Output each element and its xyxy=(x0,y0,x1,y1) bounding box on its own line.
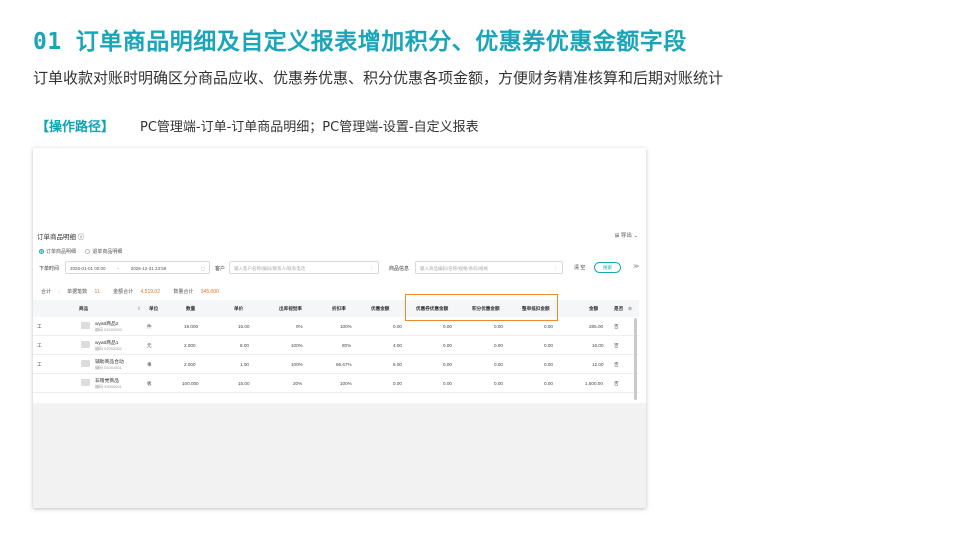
sort-icon[interactable]: ⇕ xyxy=(137,306,141,312)
screenshot-blank-bottom xyxy=(33,403,646,508)
product-image-icon xyxy=(81,322,90,329)
col-discount-rate[interactable]: 折扣率 xyxy=(332,306,346,312)
col-promo-amount[interactable]: 优惠金额 xyxy=(371,306,389,312)
table-scrollbar[interactable] xyxy=(634,318,637,400)
product-image-icon xyxy=(81,360,90,367)
order-detail-app: 订单商品明细 ⓘ ⊞ 导出 ⌄ 订单商品明细 退单商品明细 下单时间 2026-… xyxy=(33,228,646,403)
customer-label: 客户 xyxy=(215,266,226,272)
app-title: 订单商品明细 ⓘ xyxy=(37,234,85,241)
col-amount[interactable]: 金额 xyxy=(589,306,598,312)
slide-number: 01 xyxy=(33,29,62,55)
export-button[interactable]: ⊞ 导出 ⌄ xyxy=(615,231,638,239)
screenshot-blank-top xyxy=(33,148,646,228)
table-row[interactable]: 工 辅助商品合动 编码 01001501 事 2.000 1.00 100% 6… xyxy=(33,355,639,374)
col-outbound-rate[interactable]: 出库视觉率 xyxy=(279,306,302,312)
product-image-icon xyxy=(81,379,90,386)
slide-subtitle: 订单收款对账时明确区分商品应收、优惠券优惠、积分优惠各项金额，方便财务精准核算和… xyxy=(33,69,724,87)
col-qty[interactable]: 数量 xyxy=(186,306,195,312)
radio-selected-icon xyxy=(39,249,44,255)
search-button[interactable]: 搜索 xyxy=(594,262,621,273)
col-unit[interactable]: 单位 xyxy=(149,306,158,312)
summary-row: 合计 | 单据笔数 11 金额合计 4,519.02 数量合计 345.000 xyxy=(41,289,219,295)
filter-row: 下单时间 2026-01-01 00:00 ~ 2026-12-31 23:59… xyxy=(39,261,639,275)
table-row[interactable]: 工 wyatt商品1 编码 01002002 元 2.000 8.00 100%… xyxy=(33,336,639,355)
path-label: 【操作路径】 xyxy=(36,120,115,135)
settings-icon[interactable]: ⚙ xyxy=(628,306,632,312)
product-label: 商品信息 xyxy=(389,266,410,272)
app-header: 订单商品明细 ⓘ ⊞ 导出 ⌄ xyxy=(37,231,638,241)
expand-icon[interactable]: ≫ xyxy=(633,263,639,270)
table-header: 商品 ⇕ 单位 数量 单价 出库视觉率 折扣率 优惠金额 优惠券优惠金额 积分优… xyxy=(33,294,639,321)
path-text: PC管理端-订单-订单商品明细；PC管理端-设置-自定义报表 xyxy=(140,120,479,135)
operation-path: 【操作路径】 PC管理端-订单-订单商品明细；PC管理端-设置-自定义报表 xyxy=(36,116,479,135)
more-icon: ⋮ xyxy=(553,265,559,271)
radio-return-detail[interactable]: 退单商品明细 xyxy=(85,249,122,255)
more-icon: ⋮ xyxy=(369,265,375,271)
slide-title: 01 订单商品明细及自定义报表增加积分、优惠券优惠金额字段 xyxy=(33,22,687,56)
col-price[interactable]: 单价 xyxy=(234,306,243,312)
col-product[interactable]: 商品 xyxy=(79,306,88,312)
customer-input[interactable]: 输入客户名称/编码/联系人/联系电话 ⋮ xyxy=(229,261,379,274)
table-row[interactable]: 非赠党商品 编码 33000001 板 100.000 15.00 20% 10… xyxy=(33,374,639,393)
radio-unselected-icon xyxy=(85,249,91,255)
reset-button[interactable]: 清 空 xyxy=(574,264,585,271)
calendar-icon: ▢ xyxy=(200,265,205,271)
screenshot-frame: 订单商品明细 ⓘ ⊞ 导出 ⌄ 订单商品明细 退单商品明细 下单时间 2026-… xyxy=(33,148,646,508)
col-flag[interactable]: 是否 xyxy=(614,306,623,312)
date-range-input[interactable]: 2026-01-01 00:00 ~ 2026-12-31 23:59 ▢ xyxy=(65,261,210,274)
product-input[interactable]: 输入商品编码/名称/规格/条码/规格 ⋮ xyxy=(415,261,563,274)
slide-title-text: 订单商品明细及自定义报表增加积分、优惠券优惠金额字段 xyxy=(75,29,687,55)
table-row[interactable]: 工 wyatt商品2 编码 01002003 件 19.000 15.00 0%… xyxy=(33,317,639,336)
product-image-icon xyxy=(81,341,90,348)
date-label: 下单时间 xyxy=(39,266,60,272)
radio-order-detail[interactable]: 订单商品明细 xyxy=(39,249,76,255)
detail-type-radios: 订单商品明细 退单商品明细 xyxy=(39,248,130,255)
